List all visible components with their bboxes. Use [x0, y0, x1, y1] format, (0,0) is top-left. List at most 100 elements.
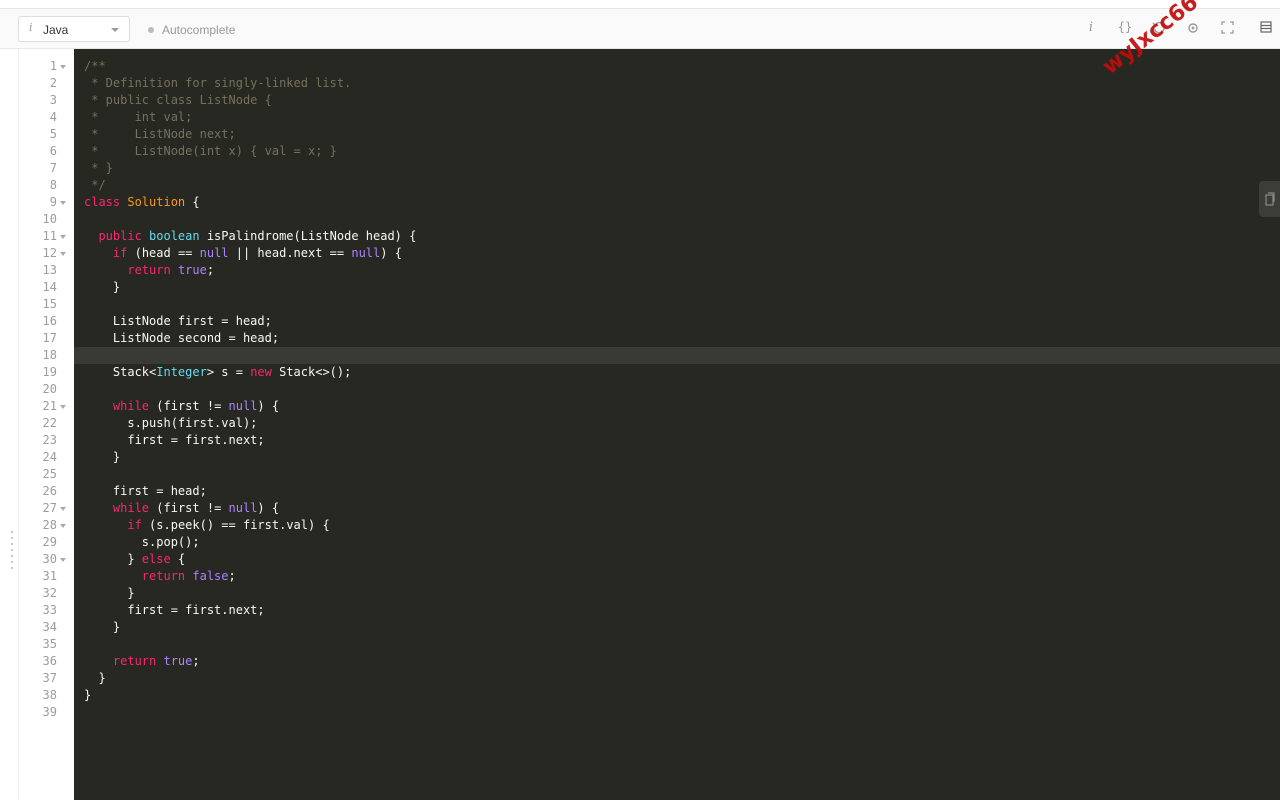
code-token: isPalindrome(ListNode head) { — [206, 229, 417, 243]
fold-arrow-icon[interactable] — [60, 558, 66, 562]
code-line[interactable]: s.push(first.val); — [84, 415, 416, 432]
side-panel-tab[interactable] — [1259, 181, 1280, 217]
code-token: ListNode second = head; — [84, 331, 280, 345]
code-line[interactable] — [84, 704, 416, 721]
language-select[interactable]: i Java — [18, 16, 130, 42]
code-token: false — [192, 569, 229, 583]
line-number: 28 — [42, 518, 57, 532]
code-line[interactable]: return true; — [84, 653, 416, 670]
code-line[interactable]: if (s.peek() == first.val) { — [84, 517, 416, 534]
line-number: 25 — [42, 467, 57, 481]
code-line[interactable]: if (head == null || head.next == null) { — [84, 245, 416, 262]
code-line[interactable] — [84, 347, 416, 364]
top-strip — [0, 0, 1280, 9]
line-number: 5 — [49, 127, 57, 141]
code-token: first = head; — [84, 484, 207, 498]
code-line[interactable]: first = head; — [84, 483, 416, 500]
info-icon[interactable]: i — [1081, 19, 1101, 35]
code-token: null — [351, 246, 381, 260]
code-token: } — [84, 280, 121, 294]
code-token: Stack< — [84, 365, 157, 379]
fold-arrow-icon[interactable] — [60, 65, 66, 69]
code-line[interactable]: } else { — [84, 551, 416, 568]
code-line[interactable]: * public class ListNode { — [84, 92, 416, 109]
code-token: || head.next == — [228, 246, 352, 260]
code-token: (head == — [134, 246, 200, 260]
code-token: (first != — [156, 399, 229, 413]
code-line[interactable]: */ — [84, 177, 416, 194]
code-line[interactable]: } — [84, 449, 416, 466]
code-line[interactable]: * } — [84, 160, 416, 177]
code-line[interactable]: } — [84, 687, 416, 704]
code-line[interactable]: first = first.next; — [84, 602, 416, 619]
fold-arrow-icon[interactable] — [60, 235, 66, 239]
fold-arrow-icon[interactable] — [60, 405, 66, 409]
fold-arrow-icon[interactable] — [60, 524, 66, 528]
code-line[interactable]: * Definition for singly-linked list. — [84, 75, 416, 92]
code-token: Stack<>(); — [279, 365, 352, 379]
code-line[interactable]: first = first.next; — [84, 432, 416, 449]
settings-icon[interactable] — [1183, 21, 1203, 35]
fullscreen-icon[interactable] — [1217, 21, 1237, 34]
code-line[interactable] — [84, 636, 416, 653]
code-line[interactable]: * ListNode(int x) { val = x; } — [84, 143, 416, 160]
code-token: * ListNode next; — [84, 127, 236, 141]
line-number: 4 — [49, 110, 57, 124]
code-token: first = first.next; — [84, 603, 265, 617]
code-line[interactable]: ListNode second = head; — [84, 330, 416, 347]
code-line[interactable]: } — [84, 670, 416, 687]
fold-arrow-icon[interactable] — [60, 252, 66, 256]
code-line[interactable]: /** — [84, 58, 416, 75]
code-token: return — [112, 654, 164, 668]
code-line[interactable]: return true; — [84, 262, 416, 279]
line-number: 1 — [49, 59, 57, 73]
code-line[interactable]: * int val; — [84, 109, 416, 126]
code-token: } — [84, 552, 142, 566]
code-token: ListNode first = head; — [84, 314, 272, 328]
code-line[interactable]: Stack<Integer> s = new Stack<>(); — [84, 364, 416, 381]
code-token: (first != — [156, 501, 229, 515]
autocomplete-toggle[interactable]: Autocomplete — [148, 23, 235, 37]
code-line[interactable]: ListNode first = head; — [84, 313, 416, 330]
fold-arrow-icon[interactable] — [60, 507, 66, 511]
code-line[interactable] — [84, 211, 416, 228]
line-number: 22 — [42, 416, 57, 430]
editor-toolbar: i Java Autocomplete i {} — [0, 9, 1280, 49]
code-token: * } — [84, 161, 113, 175]
code-token: } — [84, 688, 92, 702]
drag-handle[interactable] — [11, 531, 14, 577]
code-token: s.pop(); — [84, 535, 200, 549]
code-line[interactable]: } — [84, 279, 416, 296]
language-select-label: Java — [43, 23, 69, 37]
line-number: 33 — [42, 603, 57, 617]
code-token: else — [141, 552, 178, 566]
line-number: 35 — [42, 637, 57, 651]
code-content[interactable]: /** * Definition for singly-linked list.… — [84, 58, 416, 721]
code-line[interactable] — [84, 381, 416, 398]
layout-icon[interactable] — [1256, 21, 1276, 33]
fold-arrow-icon[interactable] — [60, 201, 66, 205]
code-token: true — [163, 654, 193, 668]
code-line[interactable] — [84, 466, 416, 483]
code-line[interactable]: } — [84, 619, 416, 636]
code-line[interactable]: s.pop(); — [84, 534, 416, 551]
line-number: 24 — [42, 450, 57, 464]
code-line[interactable]: } — [84, 585, 416, 602]
code-token: if — [127, 518, 150, 532]
line-number: 18 — [42, 348, 57, 362]
code-line[interactable]: while (first != null) { — [84, 398, 416, 415]
code-line[interactable]: return false; — [84, 568, 416, 585]
code-line[interactable]: * ListNode next; — [84, 126, 416, 143]
code-line[interactable] — [84, 296, 416, 313]
code-line[interactable]: while (first != null) { — [84, 500, 416, 517]
line-number: 12 — [42, 246, 57, 260]
code-line[interactable]: class Solution { — [84, 194, 416, 211]
code-line[interactable]: public boolean isPalindrome(ListNode hea… — [84, 228, 416, 245]
line-number: 14 — [42, 280, 57, 294]
code-editor[interactable]: /** * Definition for singly-linked list.… — [74, 49, 1280, 800]
toggle-dot-icon — [148, 27, 154, 33]
